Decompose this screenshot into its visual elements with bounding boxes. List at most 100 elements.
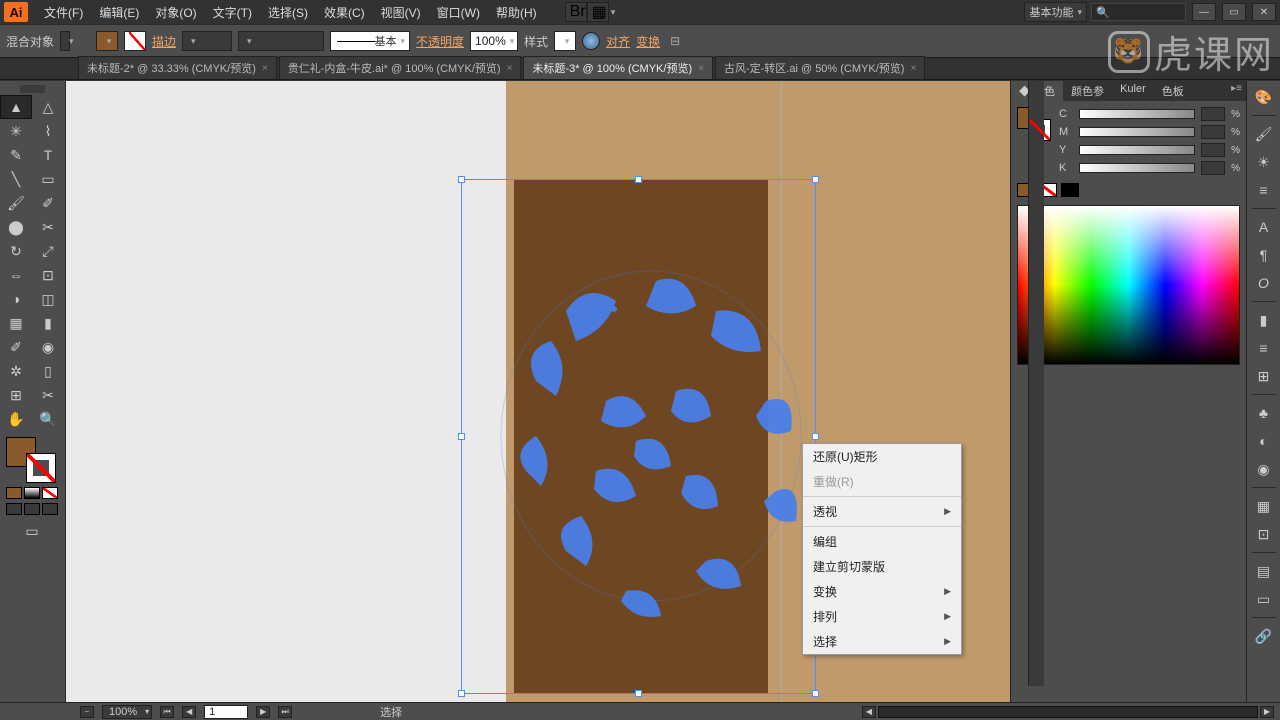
selection-type-dropdown[interactable] — [60, 31, 70, 51]
scroll-right-button[interactable]: ▶ — [1260, 706, 1274, 718]
eyedropper-tool[interactable]: ✐ — [0, 335, 32, 359]
color-guide-panel-tab[interactable]: 颜色参 — [1063, 81, 1112, 101]
document-tab[interactable]: 未标题-2* @ 33.33% (CMYK/预览)× — [78, 56, 277, 79]
lasso-tool[interactable]: ⌇ — [32, 119, 64, 143]
pathfinder-dock-icon[interactable]: ♣ — [1250, 401, 1278, 425]
style-dropdown[interactable] — [554, 31, 576, 51]
graph-tool[interactable]: ▯ — [32, 359, 64, 383]
resize-handle[interactable] — [458, 176, 465, 183]
opacity-label-link[interactable]: 不透明度 — [416, 33, 464, 50]
symbols-dock-icon[interactable]: ☀ — [1250, 150, 1278, 174]
align-link[interactable]: 对齐 — [606, 33, 630, 50]
cm-undo[interactable]: 还原(U)矩形 — [803, 444, 961, 469]
none-mode-button[interactable] — [42, 487, 58, 499]
artboard-number-input[interactable]: 1 — [204, 705, 248, 719]
k-slider[interactable] — [1079, 163, 1195, 173]
zoom-out-button[interactable]: − — [80, 706, 94, 718]
opentype-dock-icon[interactable]: O — [1250, 271, 1278, 295]
paintbrush-tool[interactable]: 🖌 — [0, 191, 32, 215]
zoom-tool[interactable]: 🔍 — [32, 407, 64, 431]
perspective-tool[interactable]: ◫ — [32, 287, 64, 311]
stroke-weight-input[interactable] — [182, 31, 232, 51]
cm-make-clipping-mask[interactable]: 建立剪切蒙版 — [803, 554, 961, 579]
canvas[interactable]: 还原(U)矩形 重做(R) 透视▶ 编组 建立剪切蒙版 变换▶ 排列▶ 选择▶ — [66, 81, 1010, 702]
maximize-button[interactable]: ▭ — [1222, 3, 1246, 21]
k-value[interactable] — [1201, 161, 1225, 175]
brush-definition-dropdown[interactable]: 基本 — [330, 31, 410, 51]
pen-tool[interactable]: ✎ — [0, 143, 32, 167]
free-transform-tool[interactable]: ⊡ — [32, 263, 64, 287]
bridge-button[interactable]: Br — [565, 2, 587, 22]
stroke-dock-icon[interactable]: ≡ — [1250, 178, 1278, 202]
rotate-tool[interactable]: ↻ — [0, 239, 32, 263]
m-slider[interactable] — [1079, 127, 1195, 137]
resize-handle[interactable] — [812, 690, 819, 697]
prev-artboard-button[interactable]: ◀ — [182, 706, 196, 718]
variable-width-dropdown[interactable] — [238, 31, 324, 51]
tab-close-icon[interactable]: × — [910, 63, 916, 74]
stroke-swatch[interactable] — [124, 31, 146, 51]
stroke-color-box[interactable] — [26, 453, 56, 483]
document-tab[interactable]: 古风-定-转区.ai @ 50% (CMYK/预览)× — [715, 56, 925, 79]
resize-handle[interactable] — [458, 690, 465, 697]
y-slider[interactable] — [1079, 145, 1195, 155]
cm-arrange[interactable]: 排列▶ — [803, 604, 961, 629]
c-value[interactable] — [1201, 107, 1225, 121]
horizontal-scrollbar[interactable] — [878, 706, 1258, 718]
magic-wand-tool[interactable]: ✳ — [0, 119, 32, 143]
menu-object[interactable]: 对象(O) — [147, 1, 204, 24]
zoom-dropdown[interactable]: 100% — [102, 705, 152, 719]
transform-dock-icon[interactable]: ⊞ — [1250, 364, 1278, 388]
color-spectrum[interactable] — [1017, 205, 1240, 365]
tab-close-icon[interactable]: × — [507, 63, 513, 74]
layers-dock-icon[interactable]: ▤ — [1250, 559, 1278, 583]
tab-close-icon[interactable]: × — [698, 63, 704, 74]
scissors-tool[interactable]: ✂ — [32, 215, 64, 239]
cm-transform[interactable]: 变换▶ — [803, 579, 961, 604]
gradient-tool[interactable]: ▮ — [32, 311, 64, 335]
workspace-dropdown[interactable]: 基本功能 — [1024, 2, 1087, 22]
resize-handle[interactable] — [458, 433, 465, 440]
black-swatch[interactable] — [1061, 183, 1079, 197]
transform-link[interactable]: 变换 — [636, 33, 660, 50]
type-tool[interactable]: T — [32, 143, 64, 167]
panel-menu-icon[interactable]: ▸≡ — [1227, 81, 1246, 101]
menu-window[interactable]: 窗口(W) — [429, 1, 488, 24]
align-dock-icon[interactable]: ≡ — [1250, 336, 1278, 360]
toolbox-grip[interactable] — [20, 85, 45, 93]
appearance-dock-icon[interactable]: ◉ — [1250, 457, 1278, 481]
c-slider[interactable] — [1079, 109, 1195, 119]
y-value[interactable] — [1201, 143, 1225, 157]
menu-effect[interactable]: 效果(C) — [316, 1, 373, 24]
slice-tool[interactable]: ✂ — [32, 383, 64, 407]
cm-redo[interactable]: 重做(R) — [803, 469, 961, 494]
next-artboard-button[interactable]: ▶ — [256, 706, 270, 718]
selection-tool[interactable]: ▲ — [0, 95, 32, 119]
menu-file[interactable]: 文件(F) — [36, 1, 91, 24]
direct-selection-tool[interactable]: △ — [32, 95, 64, 119]
scale-tool[interactable]: ⤢ — [32, 239, 64, 263]
links-dock-icon[interactable]: 🔗 — [1250, 624, 1278, 648]
fill-stroke-control[interactable] — [6, 437, 56, 483]
cm-select[interactable]: 选择▶ — [803, 629, 961, 654]
swatches-panel-tab[interactable]: 色板 — [1154, 81, 1192, 101]
hand-tool[interactable]: ✋ — [0, 407, 32, 431]
resize-handle[interactable] — [635, 176, 642, 183]
artboards-dock-icon[interactable]: ▭ — [1250, 587, 1278, 611]
draw-normal-button[interactable] — [6, 503, 22, 515]
character-dock-icon[interactable]: A — [1250, 215, 1278, 239]
vertical-scrollbar[interactable] — [1028, 81, 1044, 686]
gradient-mode-button[interactable] — [24, 487, 40, 499]
isolate-button[interactable]: ⊟ — [666, 32, 684, 50]
menu-type[interactable]: 文字(T) — [205, 1, 260, 24]
color-dock-icon[interactable]: 🎨 — [1250, 85, 1278, 109]
selection-bounding-box[interactable] — [461, 179, 816, 694]
last-artboard-button[interactable]: ⏭ — [278, 706, 292, 718]
symbol-sprayer-tool[interactable]: ✲ — [0, 359, 32, 383]
opacity-input[interactable]: 100% — [470, 31, 518, 51]
paragraph-dock-icon[interactable]: ¶ — [1250, 243, 1278, 267]
swatches-dock-icon[interactable]: ▦ — [1250, 494, 1278, 518]
color-mode-button[interactable] — [6, 487, 22, 499]
resize-handle[interactable] — [812, 433, 819, 440]
mesh-tool[interactable]: ▦ — [0, 311, 32, 335]
